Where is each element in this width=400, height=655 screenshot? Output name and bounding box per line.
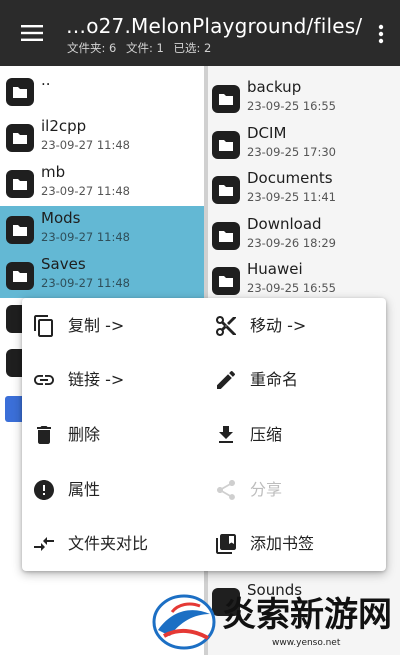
link-icon: [34, 375, 54, 385]
menu-item-label: 重命名: [250, 370, 299, 389]
watermark-url: www.yenso.net: [272, 638, 341, 648]
more-vert-icon: [378, 24, 384, 44]
top-app-bar: …o27.MelonPlayground/files/ 文件夹: 6 文件: 1…: [0, 0, 400, 66]
selected-count: 已选: 2: [173, 41, 212, 55]
watermark: 炎索新游网 www.yenso.net: [150, 588, 400, 655]
file-name: mb: [41, 163, 66, 181]
menu-item-label: 压缩: [250, 425, 283, 444]
file-name: Huawei: [247, 260, 303, 278]
menu-item-label: 链接 ->: [68, 370, 125, 389]
folder-count: 文件夹: 6: [67, 41, 117, 55]
menu-item-share[interactable]: 分享: [204, 466, 380, 514]
folder-icon: [212, 131, 240, 159]
hamburger-menu-icon: [21, 25, 43, 41]
file-date: 23-09-27 11:48: [41, 184, 130, 198]
file-name: Saves: [41, 255, 86, 273]
folder-icon: [6, 170, 34, 198]
menu-item-label: 文件夹对比: [68, 534, 149, 553]
file-row-selected[interactable]: Saves 23-09-27 11:48: [0, 252, 204, 298]
file-name: il2cpp: [41, 117, 87, 135]
menu-item-copy[interactable]: 复制 ->: [22, 302, 198, 350]
folder-icon: [212, 176, 240, 204]
watermark-text: 炎索新游网: [222, 595, 392, 635]
path-title: …o27.MelonPlayground/files/: [66, 14, 363, 38]
file-row-selected[interactable]: Mods 23-09-27 11:48: [0, 206, 204, 252]
menu-item-bookmark[interactable]: 添加书签: [204, 520, 380, 568]
compare-arrows-icon: [34, 537, 54, 551]
folder-icon: [212, 85, 240, 113]
more-options-button[interactable]: [368, 18, 394, 50]
watermark-logo-icon: [152, 594, 216, 650]
file-name: Mods: [41, 209, 81, 227]
file-row[interactable]: Huawei 23-09-25 16:55: [208, 257, 400, 303]
file-name: backup: [247, 78, 302, 96]
menu-item-label: 复制 ->: [68, 316, 125, 335]
folder-icon: [6, 78, 34, 106]
menu-item-label: 属性: [68, 480, 101, 499]
file-row-parent[interactable]: ..: [0, 68, 204, 114]
menu-item-label: 添加书签: [250, 534, 315, 553]
file-date: 23-09-25 11:41: [247, 190, 336, 204]
file-name: Documents: [247, 169, 333, 187]
bookmark-library-icon: [216, 534, 236, 554]
file-date: 23-09-27 11:48: [41, 138, 130, 152]
menu-item-label: 分享: [250, 480, 283, 499]
context-menu: 复制 -> 移动 -> 链接 -> 重命名 删除 压缩 属性 分享 文件夹对比 …: [22, 298, 386, 571]
file-date: 23-09-25 17:30: [247, 145, 336, 159]
folder-icon: [212, 222, 240, 250]
file-name: DCIM: [247, 124, 287, 142]
file-row[interactable]: Documents 23-09-25 11:41: [208, 166, 400, 212]
pencil-icon: [217, 370, 236, 389]
file-row[interactable]: backup 23-09-25 16:55: [208, 75, 400, 121]
file-name: Download: [247, 215, 322, 233]
file-manager-screen: …o27.MelonPlayground/files/ 文件夹: 6 文件: 1…: [0, 0, 400, 655]
menu-item-move[interactable]: 移动 ->: [204, 302, 380, 350]
menu-item-label: 删除: [68, 425, 101, 444]
file-date: 23-09-25 16:55: [247, 99, 336, 113]
scissors-icon: [216, 316, 236, 336]
file-count: 文件: 1: [126, 41, 164, 55]
file-row[interactable]: il2cpp 23-09-27 11:48: [0, 114, 204, 160]
menu-item-properties[interactable]: 属性: [22, 466, 198, 514]
file-date: 23-09-27 11:48: [41, 276, 130, 290]
file-name: ..: [41, 71, 51, 89]
info-icon: [34, 480, 54, 500]
folder-icon: [6, 124, 34, 152]
menu-item-rename[interactable]: 重命名: [204, 356, 380, 404]
selection-summary: 文件夹: 6 文件: 1 已选: 2: [67, 40, 217, 56]
file-date: 23-09-25 16:55: [247, 281, 336, 295]
file-date: 23-09-27 11:48: [41, 230, 130, 244]
share-icon: [217, 480, 235, 500]
download-arrow-icon: [219, 426, 233, 443]
file-row[interactable]: DCIM 23-09-25 17:30: [208, 121, 400, 167]
menu-item-delete[interactable]: 删除: [22, 411, 198, 459]
folder-icon: [6, 262, 34, 290]
menu-item-link[interactable]: 链接 ->: [22, 356, 198, 404]
file-date: 23-09-26 18:29: [247, 236, 336, 250]
menu-item-label: 移动 ->: [250, 316, 307, 335]
copy-icon: [34, 315, 53, 337]
file-row[interactable]: mb 23-09-27 11:48: [0, 160, 204, 206]
menu-item-compress[interactable]: 压缩: [204, 411, 380, 459]
trash-icon: [37, 426, 51, 444]
folder-icon: [6, 216, 34, 244]
file-row[interactable]: Download 23-09-26 18:29: [208, 212, 400, 258]
menu-button[interactable]: [12, 16, 52, 50]
menu-item-compare[interactable]: 文件夹对比: [22, 520, 198, 568]
folder-icon: [212, 267, 240, 295]
